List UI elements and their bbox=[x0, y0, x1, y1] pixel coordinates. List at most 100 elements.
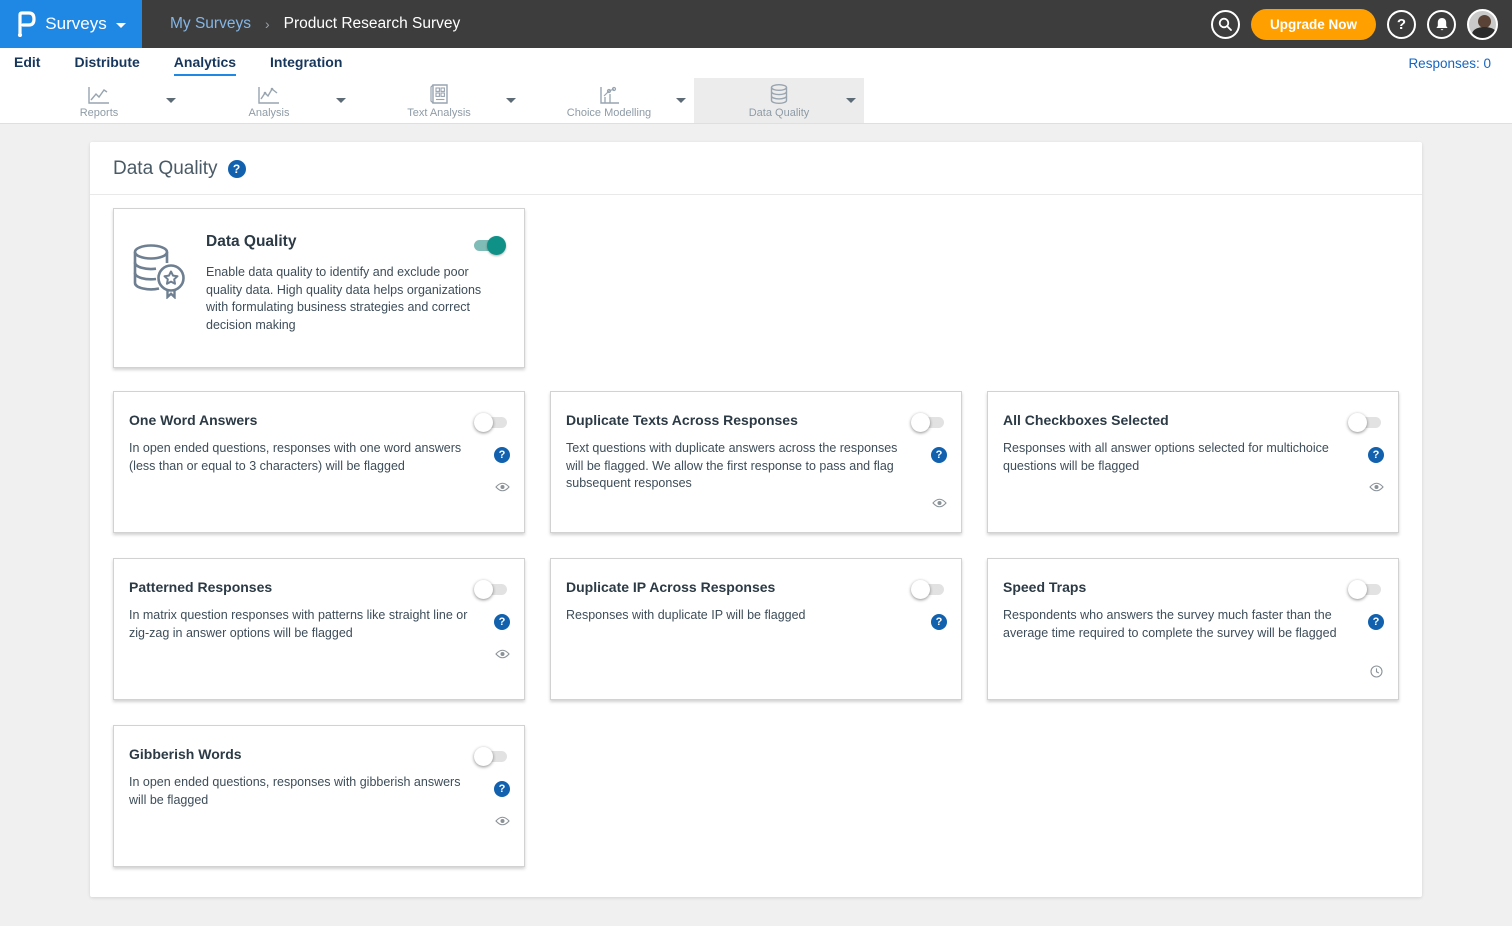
help-icon[interactable]: ? bbox=[494, 447, 510, 463]
toolbar-item-label: Analysis bbox=[249, 107, 290, 119]
upgrade-now-button[interactable]: Upgrade Now bbox=[1251, 9, 1376, 40]
breadcrumb-my-surveys[interactable]: My Surveys bbox=[170, 15, 251, 33]
nav-tabs: Edit Distribute Analytics Integration bbox=[0, 50, 342, 76]
feature-card-description: Responses with duplicate IP will be flag… bbox=[566, 607, 911, 625]
card-side-icons: ? bbox=[1368, 447, 1384, 492]
search-button[interactable] bbox=[1211, 10, 1240, 39]
toolbar-item-reports[interactable]: Reports bbox=[14, 78, 184, 123]
one-word-answers-toggle[interactable] bbox=[474, 412, 508, 432]
eye-icon[interactable] bbox=[495, 816, 510, 826]
chevron-down-icon[interactable] bbox=[166, 98, 176, 103]
bell-icon bbox=[1435, 17, 1449, 32]
gibberish-words-toggle[interactable] bbox=[474, 746, 508, 766]
feature-cards-grid: One Word Answers In open ended questions… bbox=[113, 391, 1422, 867]
toolbar-item-label: Choice Modelling bbox=[567, 107, 651, 119]
chevron-down-icon[interactable] bbox=[336, 98, 346, 103]
toolbar-item-choice-modelling[interactable]: Choice Modelling bbox=[524, 78, 694, 123]
toolbar-item-analysis[interactable]: Analysis bbox=[184, 78, 354, 123]
card-side-icons: ? bbox=[931, 447, 947, 508]
feature-card-title: Patterned Responses bbox=[129, 579, 508, 595]
feature-card-title: One Word Answers bbox=[129, 412, 508, 428]
product-label: Surveys bbox=[45, 14, 106, 34]
feature-card-title: Gibberish Words bbox=[129, 746, 508, 762]
database-badge-icon bbox=[129, 241, 191, 299]
question-mark-icon: ? bbox=[1397, 16, 1406, 33]
feature-card-description: In open ended questions, responses with … bbox=[129, 440, 474, 475]
notifications-button[interactable] bbox=[1427, 10, 1456, 39]
help-icon[interactable]: ? bbox=[931, 614, 947, 630]
data-quality-master-card: Data Quality Enable data quality to iden… bbox=[113, 208, 525, 368]
card-side-icons: ? bbox=[494, 614, 510, 659]
feature-card-description: Responses with all answer options select… bbox=[1003, 440, 1348, 475]
toolbar-item-text-analysis[interactable]: Text Analysis bbox=[354, 78, 524, 123]
avatar-head bbox=[1478, 15, 1491, 28]
breadcrumb-separator-icon: › bbox=[265, 16, 270, 32]
card-patterned-responses: Patterned Responses In matrix question r… bbox=[113, 558, 525, 700]
eye-icon[interactable] bbox=[495, 482, 510, 492]
eye-icon[interactable] bbox=[1369, 482, 1384, 492]
chevron-down-icon[interactable] bbox=[506, 98, 516, 103]
database-icon bbox=[768, 83, 790, 105]
duplicate-ip-toggle[interactable] bbox=[911, 579, 945, 599]
speed-traps-toggle[interactable] bbox=[1348, 579, 1382, 599]
feature-card-description: In open ended questions, responses with … bbox=[129, 774, 474, 809]
card-duplicate-texts: Duplicate Texts Across Responses Text qu… bbox=[550, 391, 962, 533]
survey-nav: Edit Distribute Analytics Integration Re… bbox=[0, 48, 1512, 78]
data-quality-panel: Data Quality ? bbox=[90, 142, 1422, 897]
responses-count: Responses: 0 bbox=[1408, 56, 1512, 71]
analytics-toolbar: Reports Analysis Text Analysis Choice Mo… bbox=[0, 78, 1512, 124]
tab-edit[interactable]: Edit bbox=[14, 50, 40, 76]
help-icon[interactable]: ? bbox=[228, 160, 246, 178]
chevron-down-icon[interactable] bbox=[846, 98, 856, 103]
user-avatar[interactable] bbox=[1467, 9, 1498, 40]
feature-card-description: In matrix question responses with patter… bbox=[129, 607, 474, 642]
avatar-shoulders bbox=[1472, 27, 1497, 40]
data-quality-toggle[interactable] bbox=[472, 235, 506, 255]
card-side-icons: ? bbox=[494, 447, 510, 492]
card-one-word-answers: One Word Answers In open ended questions… bbox=[113, 391, 525, 533]
help-icon[interactable]: ? bbox=[931, 447, 947, 463]
top-bar: Surveys My Surveys › Product Research Su… bbox=[0, 0, 1512, 48]
help-icon[interactable]: ? bbox=[1368, 614, 1384, 630]
document-grid-icon bbox=[429, 83, 449, 105]
tab-integration[interactable]: Integration bbox=[270, 50, 342, 76]
product-switcher[interactable]: Surveys bbox=[0, 0, 142, 48]
help-icon[interactable]: ? bbox=[494, 781, 510, 797]
tab-distribute[interactable]: Distribute bbox=[74, 50, 139, 76]
card-side-icons: ? bbox=[494, 781, 510, 826]
master-card-description: Enable data quality to identify and excl… bbox=[206, 264, 491, 334]
master-card-icon-col bbox=[129, 233, 206, 367]
line-chart-dots-icon bbox=[257, 83, 281, 105]
page-title: Data Quality bbox=[113, 158, 218, 180]
feature-card-description: Text questions with duplicate answers ac… bbox=[566, 440, 911, 493]
line-chart-icon bbox=[87, 83, 111, 105]
eye-icon[interactable] bbox=[932, 498, 947, 508]
eye-icon[interactable] bbox=[495, 649, 510, 659]
help-icon[interactable]: ? bbox=[494, 614, 510, 630]
all-checkboxes-toggle[interactable] bbox=[1348, 412, 1382, 432]
feature-card-description: Respondents who answers the survey much … bbox=[1003, 607, 1348, 642]
feature-card-title: Duplicate IP Across Responses bbox=[566, 579, 945, 595]
card-all-checkboxes: All Checkboxes Selected Responses with a… bbox=[987, 391, 1399, 533]
questionpro-logo-icon bbox=[16, 11, 36, 37]
help-button[interactable]: ? bbox=[1387, 10, 1416, 39]
help-icon[interactable]: ? bbox=[1368, 447, 1384, 463]
card-side-icons: ? bbox=[1368, 614, 1384, 678]
card-duplicate-ip: Duplicate IP Across Responses Responses … bbox=[550, 558, 962, 700]
patterned-responses-toggle[interactable] bbox=[474, 579, 508, 599]
card-speed-traps: Speed Traps Respondents who answers the … bbox=[987, 558, 1399, 700]
card-gibberish-words: Gibberish Words In open ended questions,… bbox=[113, 725, 525, 867]
clock-icon[interactable] bbox=[1370, 665, 1383, 678]
breadcrumb: My Surveys › Product Research Survey bbox=[170, 15, 460, 33]
feature-card-title: Speed Traps bbox=[1003, 579, 1382, 595]
scatter-chart-icon bbox=[597, 83, 621, 105]
feature-card-title: Duplicate Texts Across Responses bbox=[566, 412, 945, 428]
card-side-icons: ? bbox=[931, 614, 947, 630]
chevron-down-icon[interactable] bbox=[676, 98, 686, 103]
app-screen: Surveys My Surveys › Product Research Su… bbox=[0, 0, 1512, 926]
topbar-actions: Upgrade Now ? bbox=[1211, 9, 1512, 40]
breadcrumb-current-survey: Product Research Survey bbox=[284, 15, 461, 33]
duplicate-texts-toggle[interactable] bbox=[911, 412, 945, 432]
tab-analytics[interactable]: Analytics bbox=[174, 50, 236, 76]
toolbar-item-data-quality[interactable]: Data Quality bbox=[694, 78, 864, 123]
